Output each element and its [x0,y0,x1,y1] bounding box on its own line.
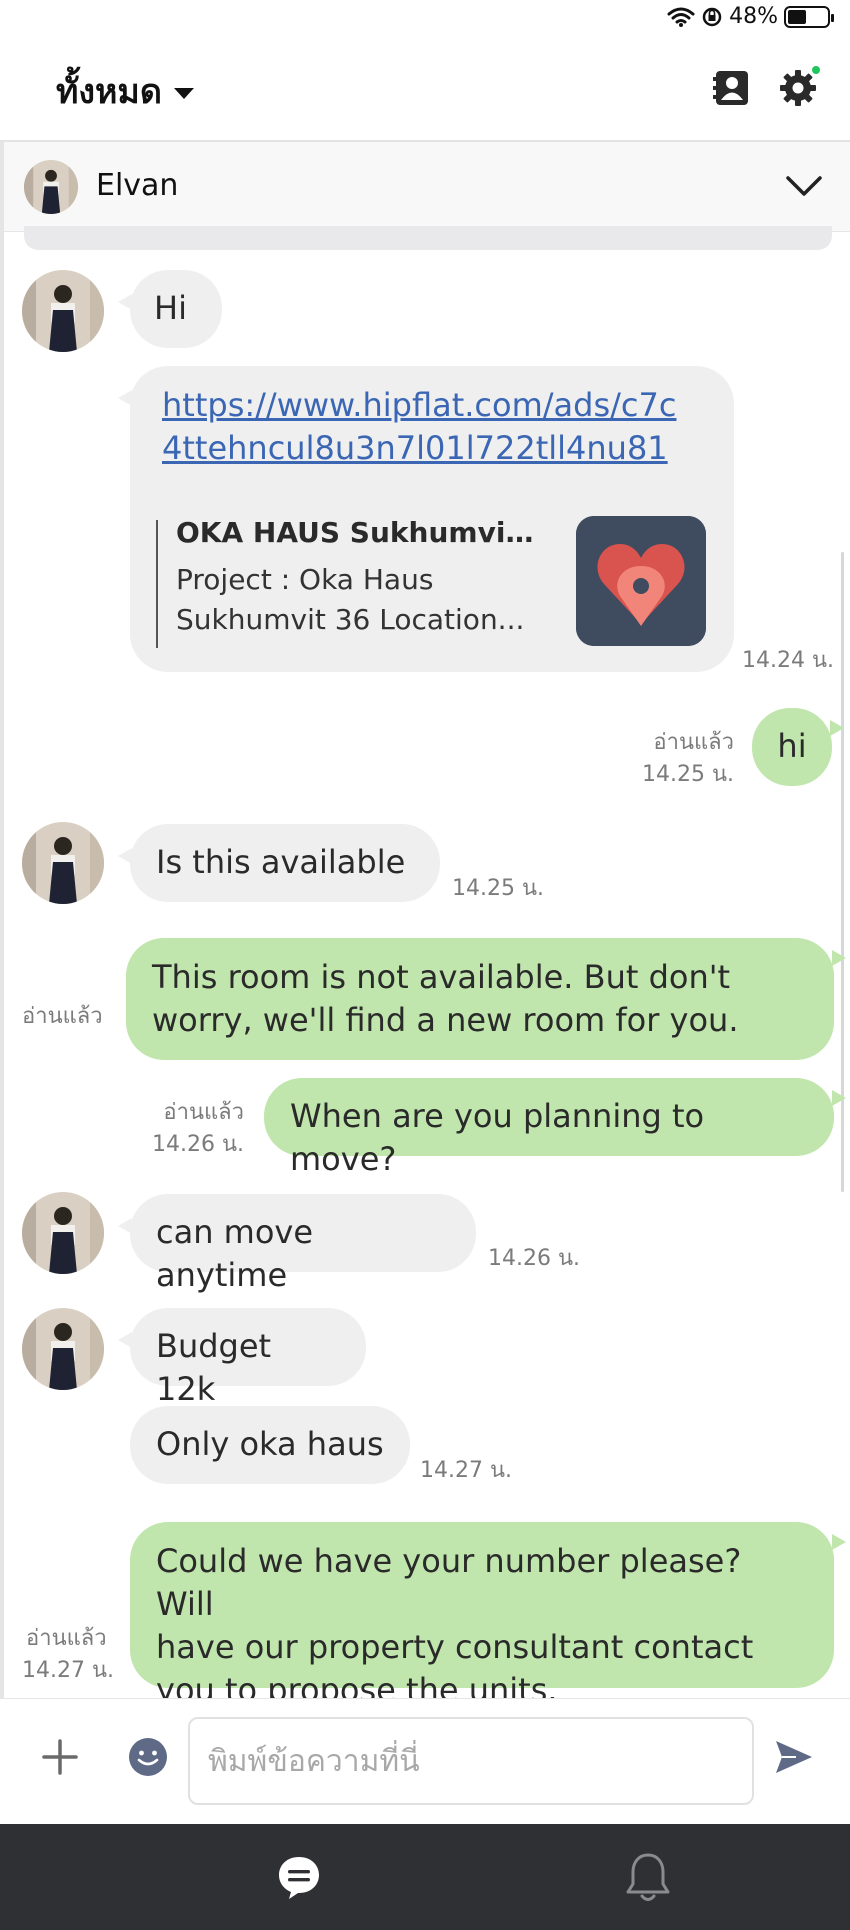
message-bubble[interactable]: hi [752,708,844,786]
message-bubble[interactable]: Budget 12k [118,1308,366,1408]
message-read-status: อ่านแล้ว [26,1626,107,1651]
preview-title: OKA HAUS Sukhumvit ... [176,516,536,549]
avatar[interactable] [24,160,78,214]
message-text: When are you planning to move? [290,1097,705,1178]
message-text: have our property consultant contact [156,1628,754,1666]
message-link[interactable]: https://www.hipflat.com/ads/c7c 4ttehncu… [162,384,722,470]
message-time: 14.24 น. [742,648,835,673]
message-text: you to propose the units. [156,1671,558,1698]
message-read-status: อ่านแล้ว [653,730,734,755]
preview-description: Project : Oka Haus Sukhumvit 36 Location… [176,563,525,636]
previous-message-edge [24,226,832,250]
bottom-navigation [0,1824,850,1930]
message-text: Budget 12k [156,1327,272,1408]
message-text: can move anytime [156,1213,314,1294]
settings-icon[interactable] [778,64,822,108]
orientation-lock-icon [702,7,722,26]
chat-filter-dropdown[interactable]: ทั้งหมด [56,64,194,118]
message-bubble[interactable]: Hi [118,270,222,348]
message-text: worry, we'll find a new room for you. [152,1001,739,1039]
message-text: Hi [154,289,187,327]
wifi-icon [667,7,695,27]
status-indicators: 48% [667,4,834,29]
message-bubble[interactable]: Could we have your number please? Will h… [130,1522,846,1698]
caret-down-icon [173,87,194,99]
battery-percent: 48% [729,4,778,29]
thread-name: Elvan [96,168,179,203]
header-title: ทั้งหมด [56,72,162,112]
message-time: 14.26 น. [488,1246,581,1271]
chat-icon[interactable] [274,1852,324,1902]
message-time: 14.27 น. [420,1458,513,1483]
notification-dot [810,64,822,76]
app-header: ทั้งหมด [0,38,850,142]
message-bubble[interactable]: When are you planning to move? [264,1078,846,1178]
message-input[interactable] [188,1717,754,1805]
message-time: 14.25 น. [452,876,545,901]
preview-divider [156,520,158,648]
message-text: Only oka haus [156,1425,384,1463]
status-bar: 48% [0,0,850,38]
avatar[interactable] [22,822,104,904]
message-text: Could we have your number please? Will [156,1542,742,1623]
message-text: hi [777,727,807,765]
emoji-icon[interactable] [126,1735,170,1779]
message-bubble[interactable]: Is this available [118,824,440,902]
plus-icon[interactable] [40,1737,80,1777]
avatar[interactable] [22,1308,104,1390]
bell-icon[interactable] [624,1850,672,1904]
message-time: 14.25 น. [641,762,734,787]
send-icon[interactable] [772,1735,816,1779]
message-read-status: อ่านแล้ว [163,1100,244,1125]
message-time: 14.27 น. [22,1658,115,1683]
thread-header[interactable]: Elvan [4,142,850,232]
message-time: 14.26 น. [151,1132,244,1157]
link-preview-message[interactable]: https://www.hipflat.com/ads/c7c 4ttehncu… [118,366,734,672]
hipflat-logo-icon [576,516,706,646]
avatar[interactable] [22,270,104,352]
message-bubble[interactable]: Only oka haus [130,1406,410,1484]
avatar[interactable] [22,1192,104,1274]
message-text: This room is not available. But don't [152,958,731,996]
contacts-icon[interactable] [712,68,752,108]
message-composer [0,1698,850,1824]
message-read-status: อ่านแล้ว [22,1004,103,1029]
chevron-down-icon[interactable] [784,168,824,204]
message-text: Is this available [156,843,406,881]
battery-icon [784,5,834,28]
message-bubble[interactable]: This room is not available. But don't wo… [126,938,846,1060]
message-bubble[interactable]: can move anytime [118,1194,476,1294]
chat-messages[interactable]: Hi https://www.hipflat.com/ads/c7c 4tteh… [4,232,850,1698]
